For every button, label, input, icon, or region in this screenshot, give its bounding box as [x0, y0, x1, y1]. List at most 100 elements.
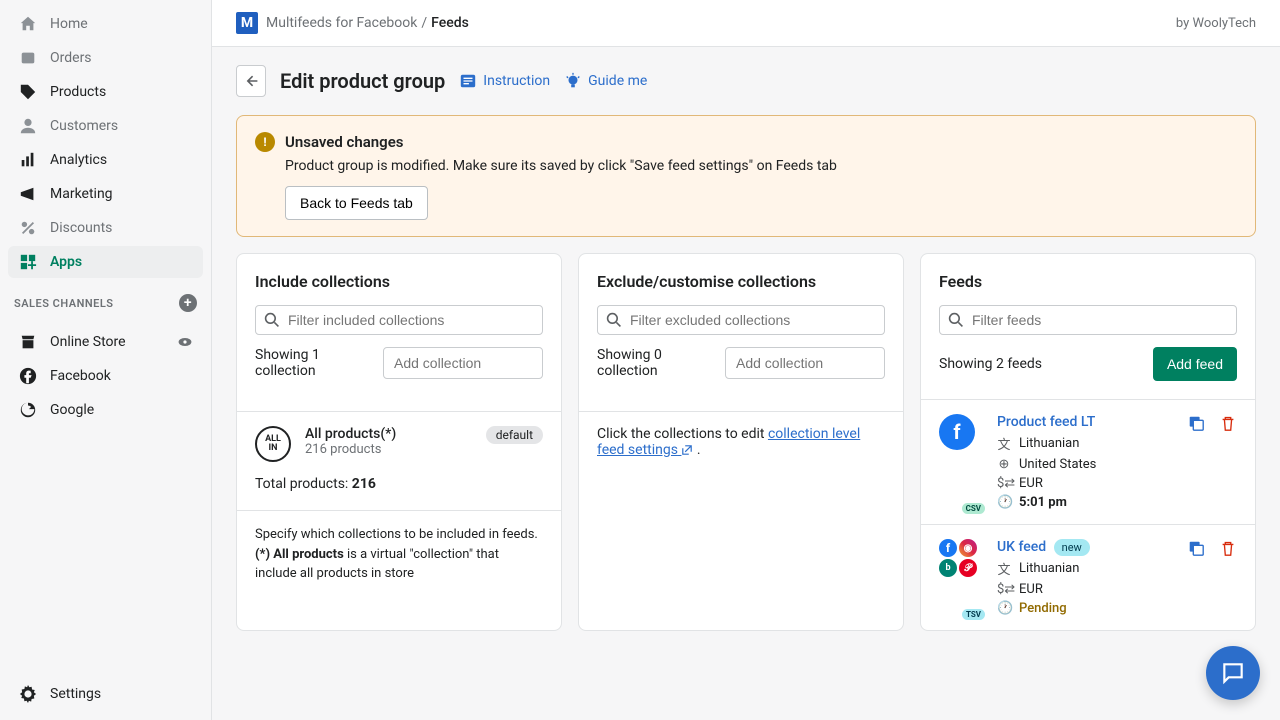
breadcrumb-current: Feeds [431, 15, 469, 31]
label: Products [50, 84, 106, 100]
nav-settings[interactable]: Settings [8, 678, 203, 710]
feed-channel-icons: f CSV [939, 414, 983, 510]
copy-button[interactable] [1187, 414, 1205, 432]
products-icon [18, 82, 38, 102]
all-in-icon: ALLIN [255, 426, 291, 462]
language-icon: 文 [997, 434, 1011, 453]
eye-icon[interactable] [177, 334, 193, 350]
label: Online Store [50, 334, 126, 350]
exclude-collections-card: Exclude/customise collections Showing 0 … [578, 253, 904, 631]
exclude-add-input[interactable] [725, 347, 885, 379]
label: Apps [50, 254, 82, 270]
external-link-icon [681, 444, 693, 456]
list-icon [459, 72, 477, 90]
page-header: Edit product group Instruction Guide me [212, 47, 1280, 115]
copy-button[interactable] [1187, 539, 1205, 557]
include-title: Include collections [237, 254, 561, 305]
include-filter[interactable] [255, 305, 543, 335]
nav-products[interactable]: Products [8, 76, 203, 108]
include-add-input[interactable] [383, 347, 543, 379]
include-collections-card: Include collections Showing 1 collection… [236, 253, 562, 631]
collection-count: 216 products [305, 442, 396, 457]
default-badge: default [486, 426, 543, 444]
add-channel-button[interactable]: + [179, 294, 197, 312]
exclude-showing: Showing 0 collection [597, 347, 717, 379]
feeds-filter[interactable] [939, 305, 1237, 335]
label: Analytics [50, 152, 107, 168]
label: Google [50, 402, 94, 418]
feeds-filter-input[interactable] [972, 312, 1228, 328]
topbar: M Multifeeds for Facebook / Feeds by Woo… [212, 0, 1280, 47]
analytics-icon [18, 150, 38, 170]
feed-channel-icons: f ◉ b 𝒫 TSV [939, 539, 983, 616]
label: Customers [50, 118, 118, 134]
breadcrumb-app[interactable]: Multifeeds for Facebook [266, 15, 417, 31]
channel-google[interactable]: Google [8, 394, 203, 426]
add-feed-button[interactable]: Add feed [1153, 347, 1237, 381]
lightbulb-icon [564, 72, 582, 90]
label: Facebook [50, 368, 111, 384]
include-help: Specify which collections to be included… [237, 510, 561, 602]
collection-item[interactable]: ALLIN All products(*) 216 products defau… [237, 412, 561, 476]
facebook-icon: f [939, 539, 957, 557]
banner-body: Product group is modified. Make sure its… [285, 158, 1237, 174]
feeds-title: Feeds [921, 254, 1255, 305]
back-to-feeds-button[interactable]: Back to Feeds tab [285, 186, 428, 220]
instagram-icon: ◉ [959, 539, 977, 557]
delete-button[interactable] [1219, 539, 1237, 557]
home-icon [18, 14, 38, 34]
nav-home[interactable]: Home [8, 8, 203, 40]
facebook-icon: f [939, 414, 975, 450]
nav-discounts[interactable]: Discounts [8, 212, 203, 244]
warning-icon: ! [255, 132, 275, 152]
clock-icon: 🕐 [997, 495, 1011, 510]
feed-name-link[interactable]: UK feed [997, 539, 1046, 555]
google-icon [18, 400, 38, 420]
banner-title: Unsaved changes [285, 133, 404, 151]
delete-button[interactable] [1219, 414, 1237, 432]
help-fab[interactable] [1206, 646, 1260, 700]
feed-item-1: f ◉ b 𝒫 TSV UK feed new 文Lithuanian $⇄EU… [921, 524, 1255, 630]
app-logo: M [236, 12, 258, 34]
apps-icon [18, 252, 38, 272]
exclude-filter[interactable] [597, 305, 885, 335]
clock-icon: 🕐 [997, 601, 1011, 616]
search-icon [948, 312, 964, 328]
exclude-filter-input[interactable] [630, 312, 876, 328]
currency-icon: $⇄ [997, 476, 1011, 491]
discounts-icon [18, 218, 38, 238]
nav-analytics[interactable]: Analytics [8, 144, 203, 176]
nav-orders[interactable]: Orders [8, 42, 203, 74]
new-badge: new [1054, 539, 1090, 556]
main-content: M Multifeeds for Facebook / Feeds by Woo… [212, 0, 1280, 720]
nav-customers[interactable]: Customers [8, 110, 203, 142]
format-tag: TSV [962, 609, 985, 620]
label: Orders [50, 50, 92, 66]
exclude-help: Click the collections to edit collection… [579, 412, 903, 476]
chat-icon [1220, 660, 1246, 686]
search-icon [264, 312, 280, 328]
language-icon: 文 [997, 559, 1011, 578]
store-icon [18, 332, 38, 352]
bing-icon: b [939, 559, 957, 577]
total-products: Total products: 216 [237, 476, 561, 510]
instruction-link[interactable]: Instruction [459, 72, 550, 90]
facebook-icon [18, 366, 38, 386]
exclude-title: Exclude/customise collections [579, 254, 903, 305]
include-showing: Showing 1 collection [255, 347, 375, 379]
back-button[interactable] [236, 65, 266, 97]
channel-facebook[interactable]: Facebook [8, 360, 203, 392]
guide-link[interactable]: Guide me [564, 72, 647, 90]
nav-apps[interactable]: Apps [8, 246, 203, 278]
feeds-card: Feeds Showing 2 feeds Add feed f CSV [920, 253, 1256, 631]
currency-icon: $⇄ [997, 582, 1011, 597]
channel-online-store[interactable]: Online Store [8, 326, 203, 358]
format-tag: CSV [962, 503, 985, 514]
sidebar: Home Orders Products Customers Analytics… [0, 0, 212, 720]
feeds-showing: Showing 2 feeds [939, 356, 1042, 372]
feed-name-link[interactable]: Product feed LT [997, 414, 1095, 430]
include-filter-input[interactable] [288, 312, 534, 328]
nav-marketing[interactable]: Marketing [8, 178, 203, 210]
by-line: by WoolyTech [1176, 16, 1256, 31]
globe-icon: ⊕ [997, 457, 1011, 472]
